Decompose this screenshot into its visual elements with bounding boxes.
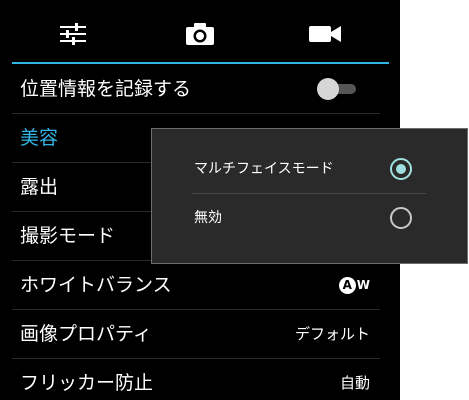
auto-white-balance-icon: A W xyxy=(338,276,370,294)
white-balance-label: ホワイトバランス xyxy=(20,274,172,296)
location-toggle[interactable] xyxy=(316,76,360,102)
radio-button-selected[interactable] xyxy=(390,158,412,180)
option-label: 無効 xyxy=(194,210,222,226)
sliders-icon xyxy=(60,23,86,45)
image-properties-value: デフォルト xyxy=(294,325,370,343)
video-camera-icon xyxy=(309,26,341,42)
aw-icon-letter: A xyxy=(338,276,356,294)
setting-row-image-properties[interactable]: 画像プロパティ デフォルト xyxy=(0,310,400,358)
toggle-thumb xyxy=(317,78,339,100)
shooting-mode-label: 撮影モード xyxy=(20,225,116,247)
tab-video[interactable] xyxy=(265,14,385,54)
option-multi-face-mode[interactable]: マルチフェイスモード xyxy=(152,145,467,193)
active-tab-indicator xyxy=(12,62,389,64)
beauty-options-popup: マルチフェイスモード 無効 xyxy=(151,128,468,264)
anti-flicker-value: 自動 xyxy=(339,374,370,392)
setting-row-anti-flicker[interactable]: フリッカー防止 自動 xyxy=(0,359,400,400)
tab-photo[interactable] xyxy=(140,14,260,54)
tab-settings[interactable] xyxy=(13,14,133,54)
image-properties-label: 画像プロパティ xyxy=(20,323,152,345)
camera-icon xyxy=(186,23,214,45)
anti-flicker-label: フリッカー防止 xyxy=(20,372,154,394)
exposure-label: 露出 xyxy=(20,176,59,198)
radio-dot xyxy=(396,164,406,174)
option-disabled[interactable]: 無効 xyxy=(152,194,467,242)
location-label: 位置情報を記録する xyxy=(20,78,192,100)
beauty-label: 美容 xyxy=(20,127,59,149)
radio-button[interactable] xyxy=(390,207,412,229)
option-label: マルチフェイスモード xyxy=(194,161,334,177)
setting-row-white-balance[interactable]: ホワイトバランス A W xyxy=(0,261,400,309)
aw-icon-suffix: W xyxy=(356,278,370,292)
